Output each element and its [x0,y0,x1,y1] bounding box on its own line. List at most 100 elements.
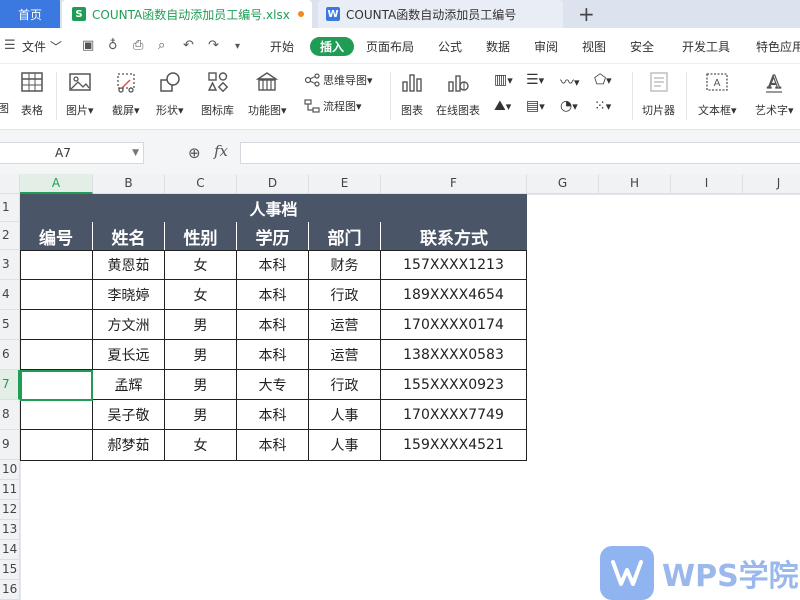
ribbon-online-chart-button[interactable]: 在线图表 [436,70,480,118]
cell-contact[interactable]: 155XXXX0923 [381,370,527,400]
menu-file[interactable]: 文件 ﹀ [22,38,62,55]
tab-active-workbook[interactable]: S COUNTA函数自动添加员工编号.xlsx [62,0,312,28]
ribbon-shape-button[interactable]: 形状▾ [156,70,184,118]
ribbon-stat-chart-dropdown[interactable]: ▤ ▾ [526,98,545,114]
cell-department[interactable]: 行政 [309,370,381,400]
cell-name[interactable]: 李晓婷 [93,280,165,310]
redo-icon[interactable]: ↷ [208,38,219,53]
ribbon-radar-chart-dropdown[interactable]: ⬠ ▾ [594,72,612,88]
row-header-1[interactable]: 1 [0,194,20,222]
cell-gender[interactable]: 男 [165,310,237,340]
row-header-11[interactable]: 11 [0,480,20,500]
column-header-i[interactable]: I [671,174,743,194]
ribbon-chart-button[interactable]: 图表 [400,70,424,118]
row-header-4[interactable]: 4 [0,280,20,310]
undo-icon[interactable]: ↶ [183,38,194,53]
active-cell-selection[interactable] [20,370,93,401]
format-painter-icon[interactable]: ♁ [108,38,118,53]
fx-insert-function-button[interactable]: fx [214,142,228,160]
customize-chevron-icon[interactable]: ▾ [235,41,240,52]
cell-education[interactable]: 本科 [237,430,309,461]
menu-view[interactable]: 视图 [582,38,606,55]
name-box[interactable]: A7 ▼ [0,142,144,164]
ribbon-flowchart-button[interactable]: 流程图 ▾ [304,98,362,114]
row-header-3[interactable]: 3 [0,250,20,280]
print-preview-icon[interactable]: ⌕ [158,38,165,53]
cell-id[interactable] [20,250,93,280]
header-cell-gender[interactable]: 性别 [165,222,237,250]
cell-id[interactable] [20,340,93,370]
menu-special[interactable]: 特色应用 [756,38,800,55]
zoom-magnifier-icon[interactable]: ⊕ [188,144,201,162]
column-header-b[interactable]: B [93,174,165,194]
new-tab-plus-icon[interactable]: + [578,2,595,26]
ribbon-function-chart-button[interactable]: 功能图▾ [248,70,287,118]
menu-insert[interactable]: 插入 [310,37,355,56]
cell-education[interactable]: 本科 [237,340,309,370]
header-cell-contact[interactable]: 联系方式 [381,222,527,250]
column-header-e[interactable]: E [309,174,381,194]
menu-developer[interactable]: 开发工具 [682,38,730,55]
menu-data[interactable]: 数据 [486,38,510,55]
header-cell-education[interactable]: 学历 [237,222,309,250]
ribbon-picture-button[interactable]: 图片▾ [66,70,94,118]
table-title-cell[interactable]: 人事档 [20,194,527,222]
row-header-9[interactable]: 9 [0,430,20,460]
cell-name[interactable]: 孟辉 [93,370,165,400]
row-header-10[interactable]: 10 [0,460,20,480]
cell-name[interactable]: 方文洲 [93,310,165,340]
ribbon-icon-library-button[interactable]: 图标库 [201,70,234,118]
menu-security[interactable]: 安全 [630,38,654,55]
cell-gender[interactable]: 女 [165,430,237,461]
menu-review[interactable]: 审阅 [534,38,558,55]
print-icon[interactable]: ⎙ [133,38,143,53]
cell-contact[interactable]: 138XXXX0583 [381,340,527,370]
cell-department[interactable]: 运营 [309,340,381,370]
cell-department[interactable]: 行政 [309,280,381,310]
ribbon-slicer-button[interactable]: 切片器 [642,70,675,118]
column-header-a[interactable]: A [20,174,93,194]
cell-department[interactable]: 人事 [309,430,381,461]
ribbon-pie-chart-dropdown[interactable]: ◔ ▾ [560,98,578,114]
cell-id[interactable] [20,430,93,461]
cell-education[interactable]: 本科 [237,280,309,310]
ribbon-area-chart-dropdown[interactable]: ⛰ ▾ [494,98,511,114]
menu-page-layout[interactable]: 页面布局 [366,38,414,55]
ribbon-scatter-chart-dropdown[interactable]: ⁙ ▾ [594,98,611,114]
cell-name[interactable]: 郝梦茹 [93,430,165,461]
menu-start[interactable]: 开始 [270,38,294,55]
column-header-g[interactable]: G [527,174,599,194]
cell-contact[interactable]: 170XXXX7749 [381,400,527,430]
cell-department[interactable]: 人事 [309,400,381,430]
header-cell-department[interactable]: 部门 [309,222,381,250]
cell-name[interactable]: 夏长远 [93,340,165,370]
cell-education[interactable]: 本科 [237,310,309,340]
cell-department[interactable]: 运营 [309,310,381,340]
cell-education[interactable]: 本科 [237,250,309,280]
cell-department[interactable]: 财务 [309,250,381,280]
name-box-chevron-down-icon[interactable]: ▼ [132,143,139,163]
cell-gender[interactable]: 男 [165,370,237,400]
column-header-j[interactable]: J [743,174,800,194]
row-header-14[interactable]: 14 [0,540,20,560]
row-header-2[interactable]: 2 [0,222,20,250]
cell-education[interactable]: 大专 [237,370,309,400]
column-header-d[interactable]: D [237,174,309,194]
cell-education[interactable]: 本科 [237,400,309,430]
select-all-corner[interactable] [0,174,20,194]
cell-id[interactable] [20,400,93,430]
ribbon-textbox-button[interactable]: A 文本框▾ [698,70,737,118]
row-header-8[interactable]: 8 [0,400,20,430]
cell-gender[interactable]: 男 [165,400,237,430]
cell-id[interactable] [20,310,93,340]
cell-contact[interactable]: 157XXXX1213 [381,250,527,280]
cell-contact[interactable]: 159XXXX4521 [381,430,527,461]
row-header-5[interactable]: 5 [0,310,20,340]
menu-formula[interactable]: 公式 [438,38,462,55]
tab-home[interactable]: 首页 [0,0,60,28]
formula-input[interactable] [240,142,800,164]
cell-name[interactable]: 吴子敬 [93,400,165,430]
hamburger-menu-icon[interactable]: ☰ [4,38,16,53]
row-header-12[interactable]: 12 [0,500,20,520]
ribbon-column-chart-dropdown[interactable]: ▥ ▾ [494,72,513,88]
